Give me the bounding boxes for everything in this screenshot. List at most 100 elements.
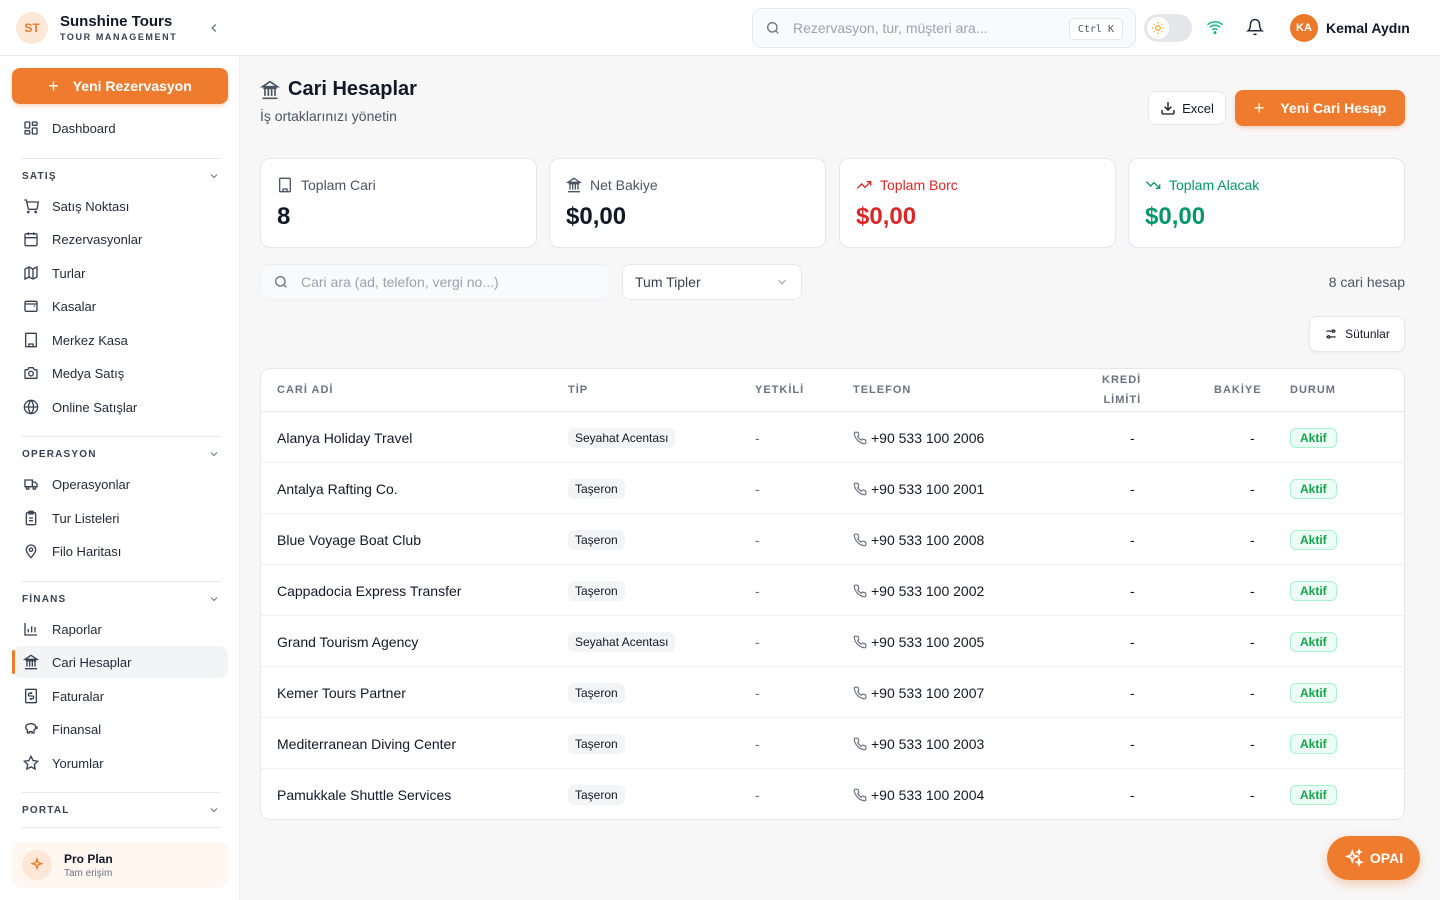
table-row[interactable]: Cappadocia Express Transfer Taşeron - +90 5… [261, 565, 1404, 616]
table-row[interactable]: Pamukkale Shuttle Services Taşeron - +90 53… [261, 769, 1404, 819]
phone-icon [853, 533, 867, 547]
sidebar-item-turlar[interactable]: Turlar [12, 257, 228, 289]
search-icon [765, 20, 781, 36]
column-header-authorized[interactable]: YETKİLİ [755, 384, 804, 396]
plus-icon: + [48, 75, 59, 96]
pro-plan-card[interactable]: Pro Plan Tam erişim [12, 842, 228, 888]
column-header-type[interactable]: TİP [568, 384, 588, 396]
table-row[interactable]: Mediterranean Diving Center Taşeron - +90 5… [261, 718, 1404, 769]
new-account-button[interactable]: + Yeni Cari Hesap [1235, 90, 1405, 126]
section-header-satis[interactable]: SATIŞ [22, 168, 220, 184]
table-row[interactable]: Kemer Tours Partner Taşeron - +90 533 100 2… [261, 667, 1404, 718]
columns-button[interactable]: Sütunlar [1309, 316, 1405, 352]
authorized-person: - [755, 684, 760, 701]
phone-icon [853, 584, 867, 598]
account-name[interactable]: Grand Tourism Agency [277, 616, 418, 667]
account-name[interactable]: Kemer Tours Partner [277, 667, 406, 718]
type-filter-select[interactable]: Tum Tipler [622, 264, 802, 300]
sidebar-item-satis-noktasi[interactable]: Satış Noktası [12, 190, 228, 222]
account-name[interactable]: Mediterranean Diving Center [277, 718, 456, 769]
status-badge: Aktif [1290, 631, 1337, 652]
column-header-balance[interactable]: BAKİYE [1214, 384, 1262, 396]
sidebar-item-online-satislar[interactable]: Online Satışlar [12, 391, 228, 423]
table-row[interactable]: Grand Tourism Agency Seyahat Acentası - +90… [261, 616, 1404, 667]
credit-limit: - [1130, 735, 1135, 752]
status-badge: Aktif [1290, 580, 1337, 601]
account-name[interactable]: Alanya Holiday Travel [277, 412, 412, 463]
section-header-portal[interactable]: PORTAL [22, 802, 220, 818]
table-row[interactable]: Alanya Holiday Travel Seyahat Acentası - +9… [261, 412, 1404, 463]
bell-icon[interactable] [1245, 18, 1266, 38]
account-search[interactable] [260, 264, 610, 300]
avatar: KA [1290, 14, 1318, 42]
cart-icon [22, 197, 40, 215]
theme-toggle[interactable] [1144, 14, 1192, 42]
column-header-status[interactable]: DURUM [1290, 384, 1336, 396]
sidebar-item-yorumlar[interactable]: Yorumlar [12, 747, 228, 779]
user-menu[interactable]: KA Kemal Aydın [1290, 14, 1410, 42]
chevron-left-icon[interactable] [204, 18, 224, 38]
account-name[interactable]: Antalya Rafting Co. [277, 463, 398, 514]
account-name[interactable]: Pamukkale Shuttle Services [277, 769, 451, 819]
sidebar-item-filo-haritasi[interactable]: Filo Haritası [12, 535, 228, 567]
phone-number: +90 533 100 2007 [871, 684, 985, 701]
credit-limit: - [1130, 531, 1135, 548]
search-input[interactable] [793, 20, 1053, 36]
sun-icon [1147, 17, 1169, 39]
excel-export-button[interactable]: Excel [1148, 91, 1226, 125]
sidebar-item-rezervasyonlar[interactable]: Rezervasyonlar [12, 223, 228, 255]
section-header-operasyon[interactable]: OPERASYON [22, 446, 220, 462]
status-badge: Aktif [1290, 733, 1337, 754]
sidebar-item-faturalar[interactable]: Faturalar [12, 680, 228, 712]
new-reservation-button[interactable]: + Yeni Rezervasyon [12, 68, 228, 104]
type-badge: Taşeron [568, 733, 625, 754]
brand-name: Sunshine Tours [60, 13, 173, 30]
sidebar-item-raporlar[interactable]: Raporlar [12, 613, 228, 645]
sidebar-item-cari-hesaplar[interactable]: Cari Hesaplar [12, 646, 228, 678]
sidebar-item-merkez-kasa[interactable]: Merkez Kasa [12, 324, 228, 356]
sidebar-item-kasalar[interactable]: Kasalar [12, 290, 228, 322]
sidebar-item-tur-listeleri[interactable]: Tur Listeleri [12, 502, 228, 534]
status-badge: Aktif [1290, 478, 1337, 499]
sidebar-item-medya-satis[interactable]: Medya Satış [12, 357, 228, 389]
section-header-finans[interactable]: FİNANS [22, 591, 220, 607]
column-header-credit-limit[interactable]: KREDİ LİMİTİ [1102, 374, 1141, 406]
table-row[interactable]: Blue Voyage Boat Club Taşeron - +90 533 100… [261, 514, 1404, 565]
balance: - [1250, 480, 1255, 497]
stat-card-total: Toplam Cari 8 [260, 158, 537, 248]
stat-label: Toplam Alacak [1169, 177, 1260, 193]
column-header-name[interactable]: CARİ ADİ [277, 384, 333, 396]
stat-value: 8 [277, 203, 291, 230]
dashboard-icon [22, 119, 40, 137]
phone-number: +90 533 100 2002 [871, 582, 985, 599]
piggy-bank-icon [22, 720, 40, 738]
sidebar-item-finansal[interactable]: Finansal [12, 713, 228, 745]
user-name: Kemal Aydın [1326, 20, 1410, 36]
credit-limit: - [1130, 582, 1135, 599]
sidebar-item-operasyonlar[interactable]: Operasyonlar [12, 468, 228, 500]
phone-icon [853, 737, 867, 751]
stat-card-total-receivable: Toplam Alacak $0,00 [1128, 158, 1405, 248]
opai-assistant-button[interactable]: OPAI [1327, 836, 1420, 880]
balance: - [1250, 582, 1255, 599]
chevron-down-icon [775, 275, 789, 289]
stat-label: Net Bakiye [590, 177, 658, 193]
column-header-phone[interactable]: TELEFON [853, 384, 911, 396]
balance: - [1250, 633, 1255, 650]
top-bar: ST Sunshine Tours TOUR MANAGEMENT Ctrl K… [0, 0, 1440, 56]
status-badge: Aktif [1290, 427, 1337, 448]
shortcut-hint: Ctrl K [1068, 18, 1123, 40]
balance: - [1250, 429, 1255, 446]
balance: - [1250, 531, 1255, 548]
account-name[interactable]: Blue Voyage Boat Club [277, 514, 421, 565]
table-row[interactable]: Antalya Rafting Co. Taşeron - +90 533 100 2… [261, 463, 1404, 514]
global-search[interactable]: Ctrl K [752, 8, 1136, 48]
divider [22, 158, 220, 159]
sidebar-item-dashboard[interactable]: Dashboard [12, 112, 228, 144]
brand-subtitle: TOUR MANAGEMENT [60, 32, 178, 42]
account-name[interactable]: Cappadocia Express Transfer [277, 565, 461, 616]
wifi-icon [1206, 18, 1226, 38]
authorized-person: - [755, 735, 760, 752]
table-header: CARİ ADİ TİP YETKİLİ TELEFON KREDİ LİMİT… [261, 369, 1404, 412]
account-search-input[interactable] [301, 274, 601, 290]
